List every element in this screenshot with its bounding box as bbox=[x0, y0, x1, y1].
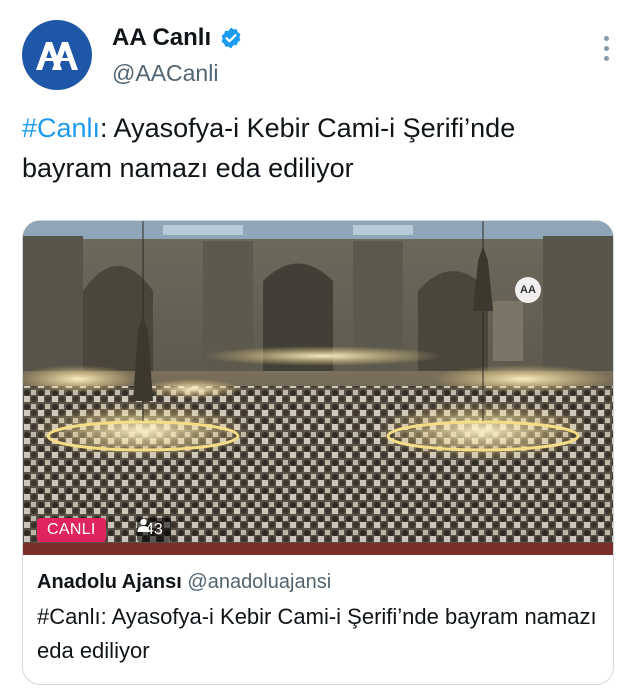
avatar[interactable] bbox=[22, 20, 92, 90]
quoted-card[interactable]: AA CANLI 43 Anadolu Ajansı @anadoluajans… bbox=[22, 220, 614, 685]
card-body: Anadolu Ajansı @anadoluajansi #Canlı: Ay… bbox=[37, 571, 602, 668]
live-video[interactable]: AA CANLI 43 bbox=[23, 221, 613, 555]
author-handle[interactable]: @AACanli bbox=[112, 60, 218, 87]
tweet-text: #Canlı: Ayasofya-i Kebir Cami-i Şerifi’n… bbox=[22, 108, 602, 188]
hashtag-link[interactable]: #Canlı bbox=[22, 113, 100, 143]
aa-logo-icon bbox=[36, 42, 78, 70]
verified-badge-icon bbox=[221, 27, 241, 49]
more-options-icon[interactable] bbox=[604, 36, 610, 61]
card-author: Anadolu Ajansı @anadoluajansi bbox=[37, 571, 602, 594]
author-name-row: AA Canlı bbox=[112, 24, 243, 52]
mosque-interior-image bbox=[23, 221, 613, 555]
author-name[interactable]: AA Canlı bbox=[112, 24, 211, 52]
live-badge: CANLI bbox=[37, 518, 106, 542]
viewer-count-badge: 43 bbox=[137, 518, 171, 542]
card-text: #Canlı: Ayasofya-i Kebir Cami-i Şerifi’n… bbox=[37, 604, 597, 663]
card-author-handle[interactable]: @anadoluajansi bbox=[187, 571, 331, 593]
card-author-name[interactable]: Anadolu Ajansı bbox=[37, 571, 182, 593]
aa-watermark-icon: AA bbox=[515, 277, 541, 303]
person-icon bbox=[137, 518, 150, 532]
